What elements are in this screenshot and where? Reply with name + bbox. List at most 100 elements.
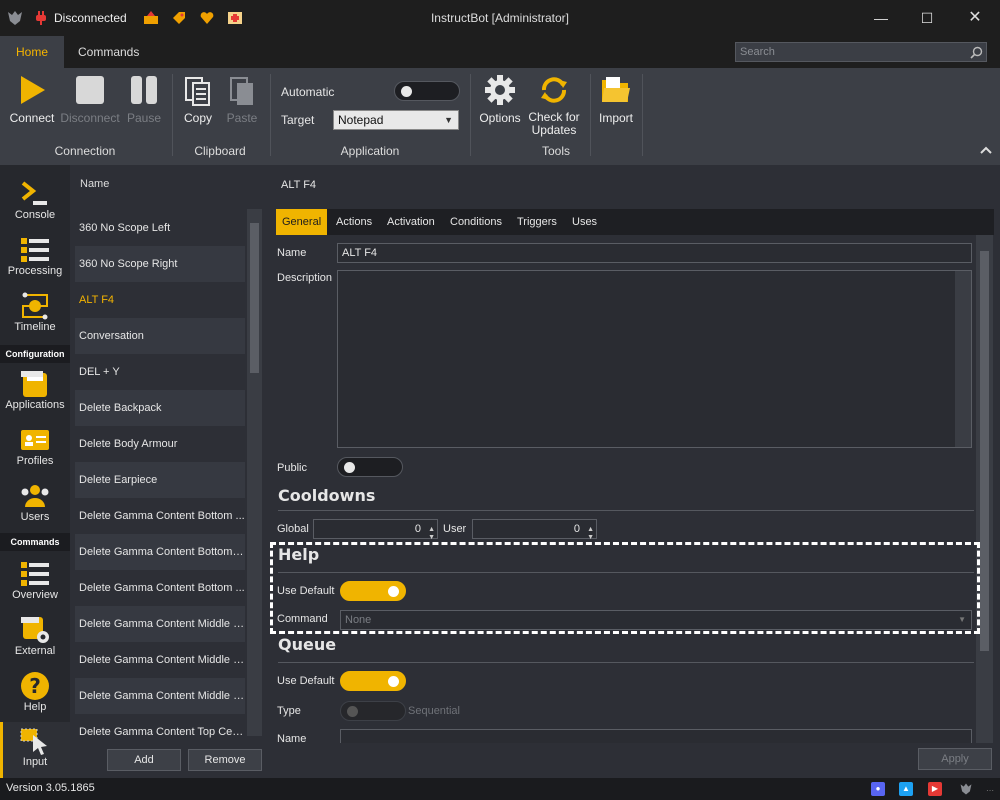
check-updates-line1: Check for	[528, 110, 580, 124]
discord-icon[interactable]: ●	[871, 782, 885, 796]
tool-icon[interactable]	[143, 10, 159, 26]
tab-uses[interactable]: Uses	[566, 209, 603, 235]
options-button[interactable]: Options	[478, 74, 522, 125]
version-text: Version 3.05.1865	[6, 782, 95, 794]
scrollbar-thumb[interactable]	[250, 223, 259, 373]
tab-actions[interactable]: Actions	[330, 209, 378, 235]
scrollbar-thumb[interactable]	[980, 251, 989, 651]
queue-header: Queue	[278, 635, 337, 654]
id-card-icon	[21, 430, 49, 450]
disconnect-button[interactable]: Disconnect	[60, 74, 120, 125]
users-icon	[21, 485, 49, 507]
list-item[interactable]: Delete Gamma Content Bottom ...	[75, 570, 245, 606]
list-item[interactable]: Delete Gamma Content Top Cen...	[75, 714, 245, 750]
tab-home[interactable]: Home	[0, 36, 65, 68]
detail-scrollbar[interactable]	[976, 235, 993, 743]
queue-use-default-toggle[interactable]	[340, 671, 406, 691]
list-item[interactable]: 360 No Scope Right	[75, 246, 245, 282]
list-item[interactable]: Delete Gamma Content Middle C...	[75, 606, 245, 642]
queue-type-toggle[interactable]	[340, 701, 406, 721]
global-cooldown-input[interactable]: 0 ▲ ▼	[313, 519, 438, 541]
application-group-label: Application	[340, 144, 400, 158]
queue-name-input[interactable]	[340, 729, 972, 743]
public-label: Public	[277, 462, 307, 474]
close-button[interactable]: ✕	[952, 0, 998, 36]
tab-triggers[interactable]: Triggers	[511, 209, 563, 235]
heart-icon[interactable]	[199, 10, 215, 26]
left-nav: Console Processing Timeline Configuratio…	[0, 165, 70, 778]
tab-general[interactable]: General	[276, 209, 328, 235]
nav-item-applications[interactable]: Applications	[0, 365, 70, 421]
import-label: Import	[598, 111, 633, 125]
list-item[interactable]: Delete Body Armour	[75, 426, 245, 462]
app-logo-icon[interactable]	[958, 782, 974, 796]
queue-name-label: Name	[277, 733, 307, 745]
list-scrollbar[interactable]	[247, 209, 262, 736]
list-item[interactable]: Delete Gamma Content Middle L...	[75, 642, 245, 678]
copy-button[interactable]: Copy	[180, 74, 216, 125]
list-item[interactable]: Delete Earpiece	[75, 462, 245, 498]
paste-button[interactable]: Paste	[222, 74, 262, 125]
nav-item-overview[interactable]: Overview	[0, 555, 70, 611]
tab-activation[interactable]: Activation	[381, 209, 441, 235]
description-label: Description	[277, 272, 333, 284]
user-cooldown-input[interactable]: 0 ▲ ▼	[472, 519, 597, 541]
youtube-icon[interactable]: ▶	[928, 782, 942, 796]
description-textarea[interactable]	[337, 270, 972, 448]
list-item-selected[interactable]: ALT F4	[75, 282, 245, 318]
nav-item-users[interactable]: Users	[0, 477, 70, 533]
nav-item-external[interactable]: External	[0, 611, 70, 667]
minimize-button[interactable]: —	[858, 0, 904, 36]
list-item[interactable]: Delete Gamma Content Bottom ...	[75, 498, 245, 534]
cursor-click-icon	[20, 728, 47, 755]
first-aid-icon[interactable]	[227, 10, 243, 26]
remove-button[interactable]: Remove	[188, 749, 262, 771]
apply-button[interactable]: Apply	[918, 748, 992, 770]
folder-icon	[602, 77, 630, 102]
nav-item-input[interactable]: Input	[0, 722, 70, 778]
svg-text:?: ?	[29, 674, 41, 698]
collapse-ribbon-icon[interactable]	[980, 145, 992, 155]
automatic-label: Automatic	[281, 85, 335, 99]
nav-item-help[interactable]: ? Help	[0, 667, 70, 723]
import-button[interactable]: Import	[596, 74, 636, 125]
tag-icon[interactable]	[171, 10, 187, 26]
command-detail-panel: ALT F4 General Actions Activation Condit…	[266, 165, 1000, 778]
name-input[interactable]: ALT F4	[337, 243, 972, 263]
terminal-icon	[21, 181, 47, 205]
pause-icon	[131, 76, 157, 104]
resize-grip-icon[interactable]: ⋯	[986, 786, 994, 795]
list-item[interactable]: DEL + Y	[75, 354, 245, 390]
description-scrollbar[interactable]	[955, 271, 971, 447]
maximize-button[interactable]: ☐	[904, 0, 950, 36]
pause-button[interactable]: Pause	[124, 74, 164, 125]
nav-label-profiles: Profiles	[16, 455, 54, 467]
automatic-toggle[interactable]	[394, 81, 460, 101]
list-item[interactable]: Delete Gamma Content Middle Ri...	[75, 678, 245, 714]
paste-icon	[230, 77, 253, 105]
list-item[interactable]: Conversation	[75, 318, 245, 354]
options-label: Options	[479, 111, 521, 125]
target-select[interactable]: Notepad ▼	[333, 110, 459, 130]
list-item[interactable]: Delete Gamma Content Bottom L...	[75, 534, 245, 570]
list-header[interactable]: Name	[70, 165, 266, 203]
check-for-updates-button[interactable]: Check for Updates	[526, 74, 582, 137]
nav-label-console: Console	[14, 209, 56, 221]
add-button[interactable]: Add	[107, 749, 181, 771]
tab-commands[interactable]: Commands	[62, 36, 155, 68]
target-label: Target	[281, 113, 315, 127]
nav-item-console[interactable]: Console	[0, 175, 70, 231]
nav-item-profiles[interactable]: Profiles	[0, 421, 70, 477]
nav-item-processing[interactable]: Processing	[0, 231, 70, 287]
search-input[interactable]: Search	[735, 42, 987, 62]
tab-conditions[interactable]: Conditions	[444, 209, 508, 235]
nav-item-timeline[interactable]: Timeline	[0, 287, 70, 343]
connect-button[interactable]: Connect	[8, 74, 56, 125]
detail-title: ALT F4	[281, 179, 317, 191]
twitter-icon[interactable]: ▲	[899, 782, 913, 796]
list-item[interactable]: Delete Backpack	[75, 390, 245, 426]
public-toggle[interactable]	[337, 457, 403, 477]
list-item[interactable]: 360 No Scope Left	[75, 210, 245, 246]
pause-label: Pause	[126, 111, 162, 125]
search-icon[interactable]	[970, 46, 983, 59]
